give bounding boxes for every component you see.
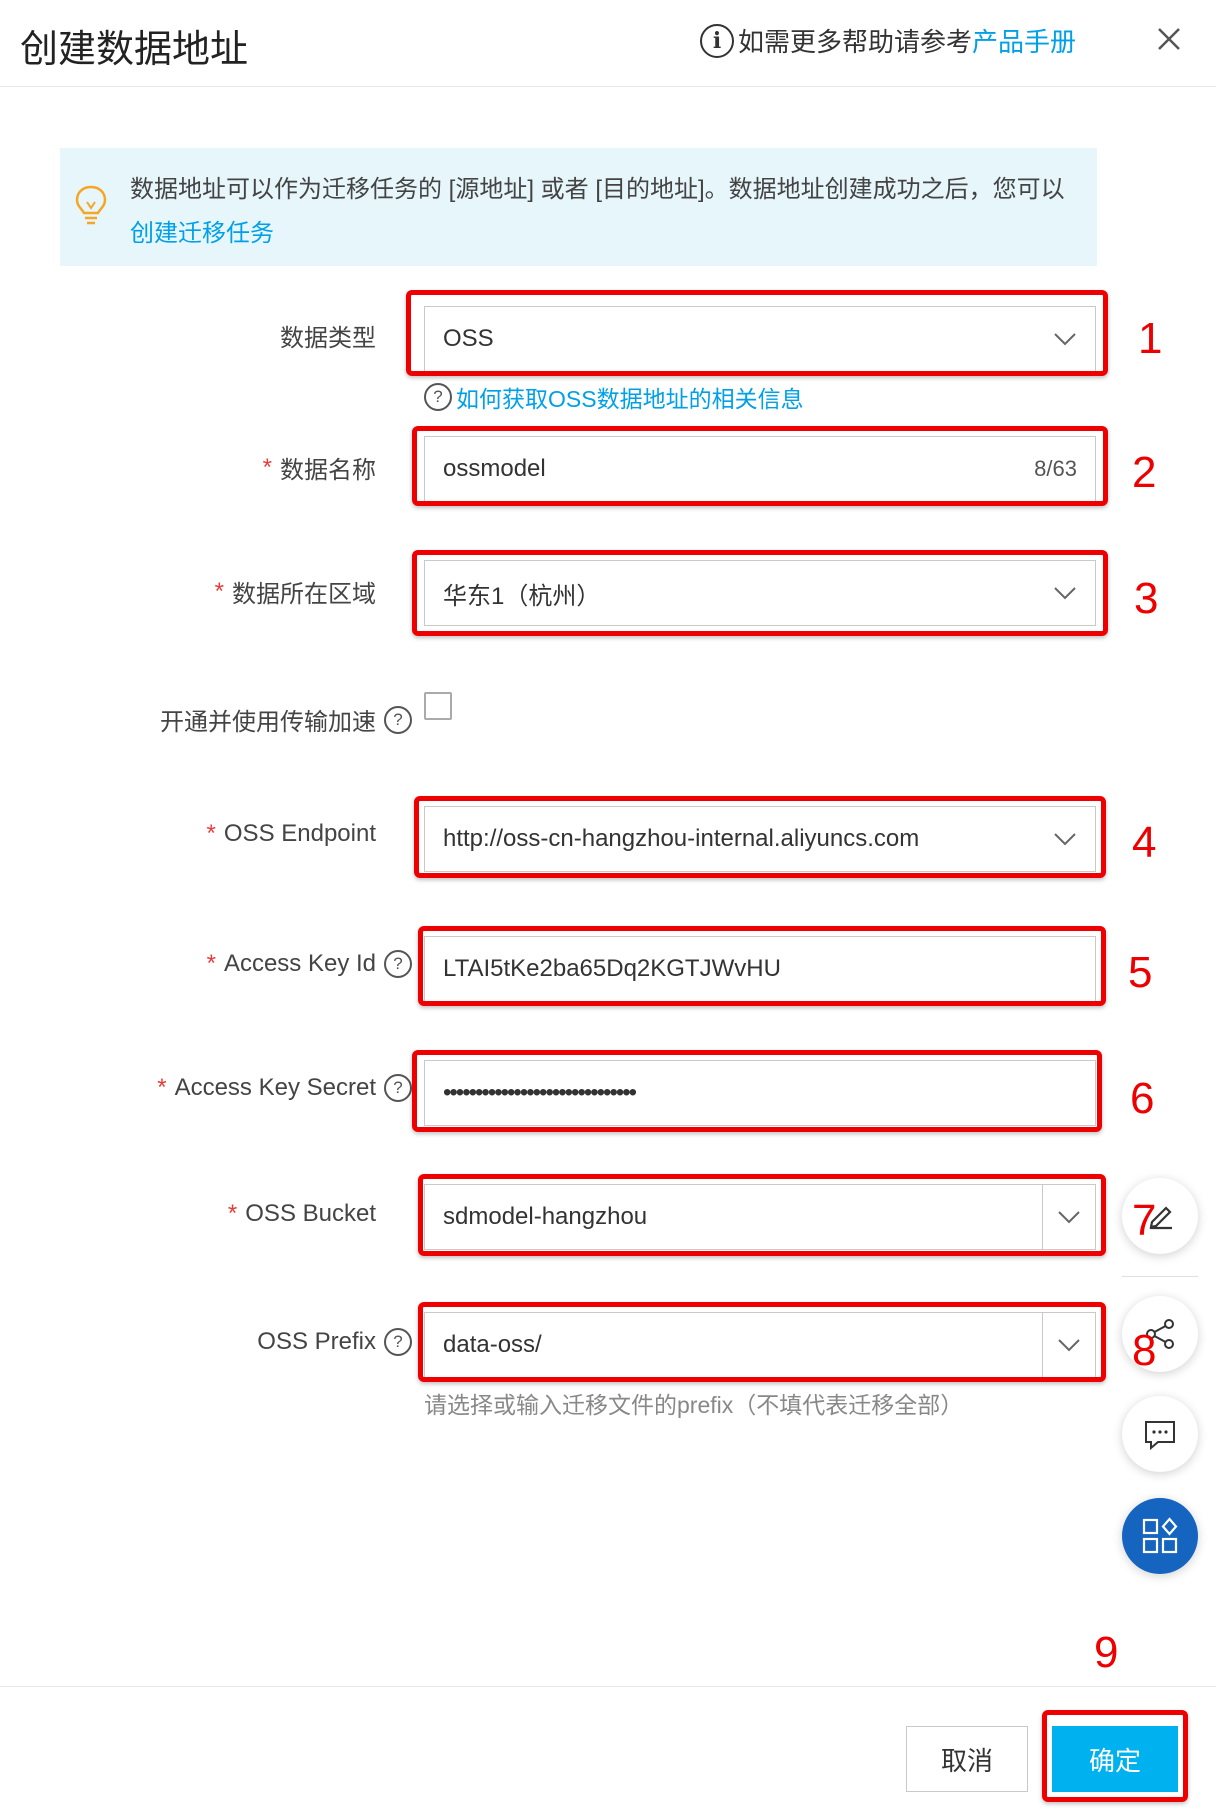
- annotation-box-4: [414, 796, 1106, 878]
- annotation-number-6: 6: [1130, 1074, 1155, 1123]
- acceleration-checkbox[interactable]: [424, 692, 452, 720]
- access-key-secret-label-text: Access Key Secret: [174, 1074, 376, 1101]
- question-icon[interactable]: ?: [384, 1328, 412, 1356]
- bucket-label-text: OSS Bucket: [245, 1200, 376, 1227]
- feedback-button[interactable]: [1122, 1396, 1198, 1472]
- prefix-label-text: OSS Prefix: [257, 1328, 376, 1355]
- info-icon: i: [700, 23, 734, 58]
- question-icon: ?: [424, 383, 452, 411]
- annotation-box-9: [1042, 1710, 1188, 1802]
- apps-button[interactable]: [1122, 1498, 1198, 1574]
- annotation-box-5: [418, 926, 1106, 1006]
- acceleration-label: 开通并使用传输加速 ?: [160, 702, 412, 737]
- access-key-secret-label: * Access Key Secret ?: [157, 1074, 412, 1102]
- required-mark: *: [206, 820, 216, 847]
- apps-icon: [1142, 1517, 1178, 1554]
- banner-message: 数据地址可以作为迁移任务的 [源地址] 或者 [目的地址]。数据地址创建成功之后…: [130, 176, 1065, 203]
- create-migration-task-link[interactable]: 创建迁移任务: [130, 220, 274, 247]
- endpoint-label: * OSS Endpoint: [207, 820, 376, 848]
- data-name-label-text: 数据名称: [280, 457, 376, 484]
- annotation-number-5: 5: [1128, 948, 1153, 997]
- question-icon[interactable]: ?: [384, 950, 412, 978]
- annotation-number-4: 4: [1132, 818, 1157, 867]
- bucket-label: * OSS Bucket: [228, 1200, 376, 1228]
- prefix-hint: 请选择或输入迁移文件的prefix（不填代表迁移全部）: [424, 1392, 964, 1418]
- data-type-label: 数据类型: [280, 318, 376, 353]
- annotation-box-8: [418, 1302, 1106, 1382]
- close-icon[interactable]: [1152, 22, 1186, 56]
- required-mark: *: [227, 1200, 238, 1227]
- annotation-box-2: [412, 426, 1108, 506]
- annotation-box-1: [406, 290, 1108, 376]
- cancel-button[interactable]: 取消: [906, 1726, 1028, 1792]
- region-label: * 数据所在区域: [215, 574, 376, 609]
- annotation-number-2: 2: [1132, 448, 1157, 497]
- banner-text: 数据地址可以作为迁移任务的 [源地址] 或者 [目的地址]。数据地址创建成功之后…: [130, 168, 1080, 256]
- required-mark: *: [262, 453, 272, 481]
- annotation-number-9: 9: [1094, 1628, 1119, 1677]
- dialog-title: 创建数据地址: [20, 29, 249, 71]
- data-name-label: * 数据名称: [263, 450, 376, 485]
- help-text: i 如需更多帮助请参考 产品手册: [700, 22, 1076, 59]
- region-label-text: 数据所在区域: [232, 581, 376, 608]
- product-manual-link[interactable]: 产品手册: [972, 22, 1076, 59]
- annotation-number-1: 1: [1138, 314, 1163, 363]
- footer-divider: [0, 1686, 1216, 1687]
- access-key-id-label: * Access Key Id ?: [207, 950, 412, 978]
- fab-divider: [1122, 1276, 1198, 1277]
- question-icon[interactable]: ?: [384, 705, 412, 734]
- prefix-label: OSS Prefix ?: [257, 1328, 412, 1356]
- annotation-number-3: 3: [1134, 574, 1159, 623]
- oss-info-link[interactable]: 如何获取OSS数据地址的相关信息: [456, 380, 804, 414]
- data-type-label-text: 数据类型: [280, 325, 376, 352]
- endpoint-label-text: OSS Endpoint: [223, 820, 376, 847]
- annotation-number-7: 7: [1132, 1196, 1157, 1245]
- lightbulb-icon: [75, 185, 107, 225]
- required-mark: *: [206, 950, 216, 977]
- access-key-id-label-text: Access Key Id: [223, 950, 376, 977]
- annotation-box-6: [412, 1050, 1102, 1132]
- acceleration-label-text: 开通并使用传输加速: [160, 709, 376, 736]
- annotation-number-8: 8: [1132, 1326, 1157, 1375]
- required-mark: *: [214, 577, 224, 605]
- question-icon[interactable]: ?: [384, 1074, 412, 1102]
- oss-help-hint[interactable]: ? 如何获取OSS数据地址的相关信息: [424, 380, 804, 414]
- feedback-icon: [1145, 1421, 1175, 1451]
- help-prefix: 如需更多帮助请参考: [738, 27, 973, 57]
- annotation-box-7: [418, 1174, 1106, 1256]
- annotation-box-3: [412, 550, 1108, 636]
- required-mark: *: [157, 1074, 167, 1101]
